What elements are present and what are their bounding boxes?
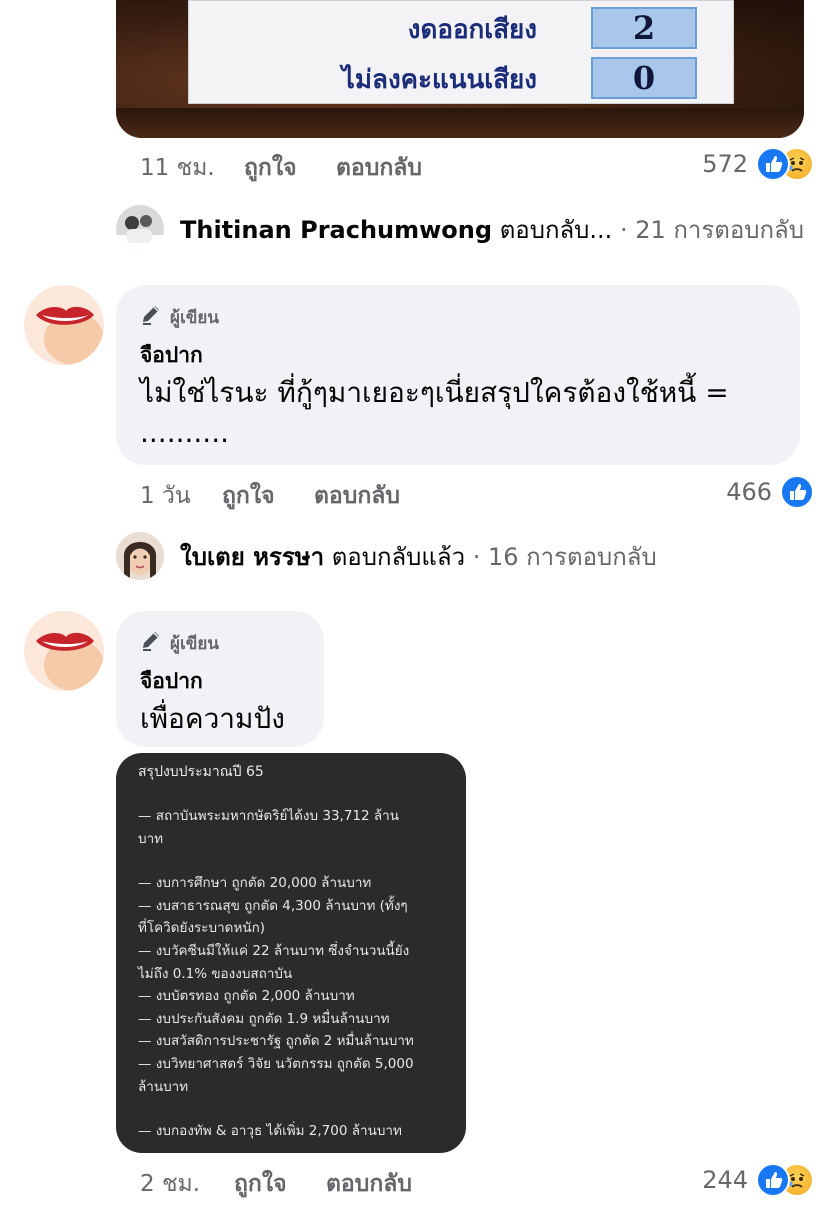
reply-author-name: Thitinan Prachumwong — [180, 215, 493, 244]
reply-count: · 16 การตอบกลับ — [472, 542, 657, 571]
card-line: ล้านบาท — [138, 1078, 189, 1095]
vote-row: ไม่ลงคะแนนเสียง 0 — [189, 53, 733, 99]
card-line: — งบวิทยาศาสตร์ วิจัย นวัตกรรม ถูกตัด 5,… — [138, 1055, 414, 1072]
view-replies-link[interactable]: Thitinan Prachumwong ตอบกลับ... · 21 การ… — [116, 204, 804, 254]
reply-action-text: ตอบกลับแล้ว — [331, 542, 466, 571]
reply-preview-text: Thitinan Prachumwong ตอบกลับ... · 21 การ… — [180, 210, 804, 249]
like-button[interactable]: ถูกใจ — [222, 478, 275, 514]
comment-timestamp[interactable]: 2 ชม. — [140, 1166, 200, 1202]
pen-icon — [140, 629, 164, 658]
like-button[interactable]: ถูกใจ — [244, 150, 297, 186]
card-line: ที่โควิดยังระบาดหนัก) — [138, 920, 266, 937]
author-badge-label: ผู้เขียน — [170, 308, 219, 328]
author-badge: ผู้เขียน — [140, 303, 219, 332]
reply-button[interactable]: ตอบกลับ — [326, 1166, 412, 1202]
reaction-count: 244 — [702, 1166, 748, 1194]
pen-icon — [140, 303, 164, 332]
like-button[interactable]: ถูกใจ — [234, 1166, 287, 1202]
vote-row: งดออกเสียง 2 — [189, 3, 733, 49]
comment-timestamp[interactable]: 11 ชม. — [140, 150, 215, 186]
comment-text-line: ไม่ใช่ไรนะ ที่กู้ๆมาเยอะๆเนี่ยสรุปใครต้อ… — [140, 376, 729, 409]
card-line: บาท — [138, 830, 164, 847]
comment-author-name[interactable]: จือปาก — [140, 339, 203, 372]
vote-board: งดออกเสียง 2 ไม่ลงคะแนนเสียง 0 — [188, 0, 734, 104]
comment-timestamp[interactable]: 1 วัน — [140, 478, 191, 514]
card-line: — งบบัตรทอง ถูกตัด 2,000 ล้านบาท — [138, 988, 355, 1005]
comment-bubble[interactable]: ผู้เขียน จือปาก ไม่ใช่ไรนะ ที่กู้ๆมาเยอะ… — [116, 285, 800, 465]
reaction-summary[interactable]: 572 — [702, 146, 814, 182]
comment-actions: 2 ชม. ถูกใจ ตอบกลับ 244 — [140, 1162, 814, 1198]
card-body: — สถาบันพระมหากษัตริย์ได้งบ 33,712 ล้าน … — [138, 805, 446, 1143]
reply-preview-text: ใบเตย หรรษา ตอบกลับแล้ว · 16 การตอบกลับ — [180, 537, 657, 576]
reaction-count: 572 — [702, 150, 748, 178]
avatar[interactable] — [24, 611, 104, 691]
comment-author-name[interactable]: จือปาก — [140, 665, 203, 698]
comment-text: ไม่ใช่ไรนะ ที่กู้ๆมาเยอะๆเนี่ยสรุปใครต้อ… — [140, 373, 776, 453]
vote-row-label: งดออกเสียง — [407, 15, 537, 45]
view-replies-link[interactable]: ใบเตย หรรษา ตอบกลับแล้ว · 16 การตอบกลับ — [116, 531, 657, 581]
reply-button[interactable]: ตอบกลับ — [336, 150, 422, 186]
card-line: ไม่ถึง 0.1% ของงบสถาบัน — [138, 965, 293, 982]
card-line: — สถาบันพระมหากษัตริย์ได้งบ 33,712 ล้าน — [138, 808, 399, 824]
comment-text: เพื่อความปัง — [140, 702, 285, 735]
card-title: สรุปงบประมาณปี 65 — [138, 764, 264, 780]
author-badge-label: ผู้เขียน — [170, 634, 219, 654]
photo-background — [116, 108, 804, 138]
attached-image-budget-summary[interactable]: สรุปงบประมาณปี 65 — สถาบันพระมหากษัตริย์… — [116, 753, 466, 1153]
reaction-summary[interactable]: 466 — [726, 474, 814, 510]
author-badge: ผู้เขียน — [140, 629, 219, 658]
avatar — [116, 205, 164, 253]
card-line: — งบสวัสดิการประชารัฐ ถูกตัด 2 หมื่นล้าน… — [138, 1033, 414, 1050]
like-reaction-icon — [756, 1163, 790, 1197]
reply-action-text: ตอบกลับ... — [499, 215, 613, 244]
card-line: — งบวัคซีนมีให้แค่ 22 ล้านบาท ซึ่งจำนวนน… — [138, 942, 410, 959]
avatar — [116, 532, 164, 580]
comment-text-line: .......... — [140, 416, 230, 449]
reply-count: · 21 การตอบกลับ — [619, 215, 804, 244]
card-line: — งบประกันสังคม ถูกตัด 1.9 หมื่นล้านบาท — [138, 1010, 390, 1027]
card-line: — งบกองทัพ & อาวุธ ได้เพิ่ม 2,700 ล้านบา… — [138, 1123, 402, 1140]
vote-row-label: ไม่ลงคะแนนเสียง — [341, 65, 537, 95]
vote-row-value: 2 — [591, 7, 697, 49]
card-line: — งบสาธารณสุข ถูกตัด 4,300 ล้านบาท (ทั้ง… — [138, 897, 408, 914]
attached-photo-vote-board[interactable]: งดออกเสียง 2 ไม่ลงคะแนนเสียง 0 — [116, 0, 804, 138]
like-reaction-icon — [756, 147, 790, 181]
comment-actions: 11 ชม. ถูกใจ ตอบกลับ 572 — [140, 146, 814, 182]
reply-button[interactable]: ตอบกลับ — [314, 478, 400, 514]
reply-author-name: ใบเตย หรรษา — [180, 542, 325, 571]
avatar[interactable] — [24, 285, 104, 365]
reaction-summary[interactable]: 244 — [702, 1162, 814, 1198]
vote-row-value: 0 — [591, 57, 697, 99]
like-reaction-icon — [780, 475, 814, 509]
card-line: — งบการศึกษา ถูกตัด 20,000 ล้านบาท — [138, 875, 372, 892]
comment-bubble[interactable]: ผู้เขียน จือปาก เพื่อความปัง — [116, 611, 324, 747]
reaction-count: 466 — [726, 478, 772, 506]
comment-actions: 1 วัน ถูกใจ ตอบกลับ 466 — [140, 474, 814, 510]
